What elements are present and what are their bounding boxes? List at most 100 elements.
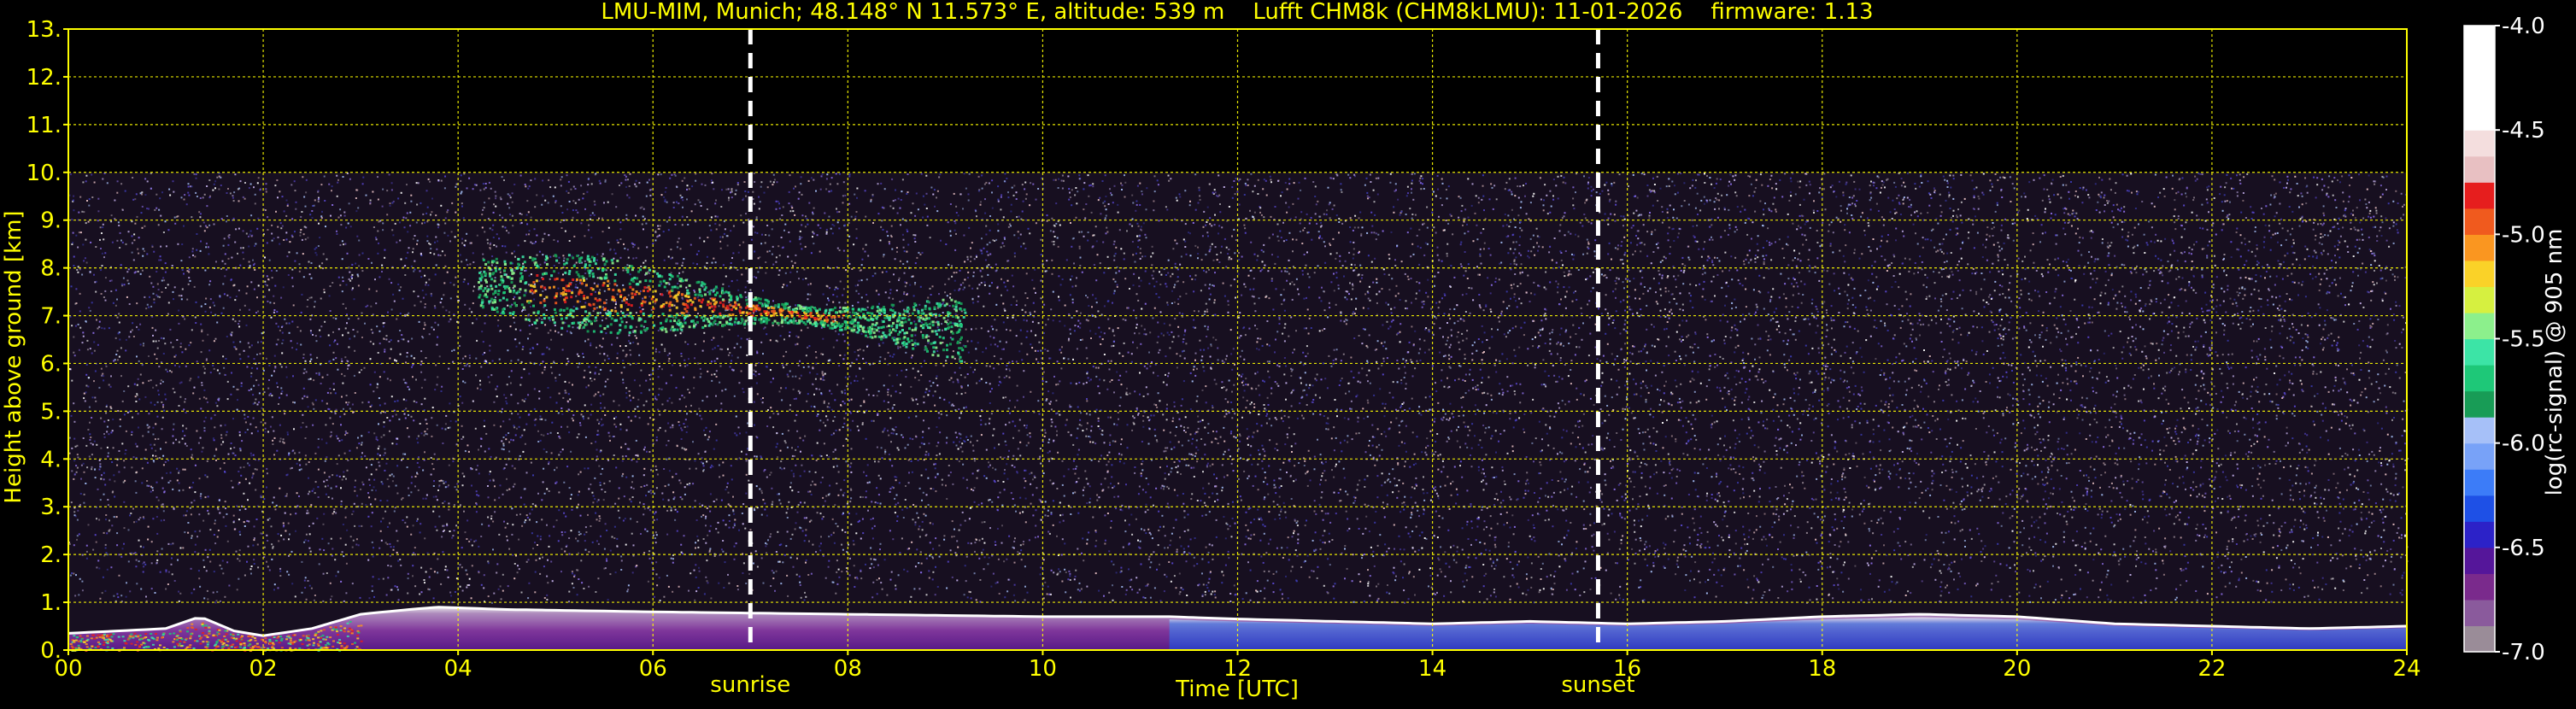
noise-speck (1573, 208, 1576, 210)
noise-speck (695, 564, 697, 566)
noise-speck (2238, 577, 2240, 580)
noise-speck (1360, 234, 1363, 237)
noise-speck (2295, 482, 2297, 484)
noise-speck (1525, 213, 1528, 215)
noise-speck (777, 413, 779, 415)
noise-speck (1436, 591, 1438, 594)
noise-speck (1464, 442, 1467, 445)
noise-speck (1652, 251, 1655, 253)
noise-speck (2045, 338, 2047, 341)
noise-speck (1189, 408, 1192, 410)
noise-speck (1809, 599, 1811, 601)
noise-speck (1711, 261, 1714, 263)
noise-speck (1935, 250, 1938, 253)
noise-speck (1782, 558, 1785, 560)
noise-speck (102, 576, 104, 578)
noise-speck (631, 481, 633, 483)
noise-speck (150, 490, 152, 493)
noise-speck (713, 360, 716, 362)
noise-speck (598, 423, 600, 425)
noise-speck (1645, 401, 1647, 403)
noise-speck (755, 455, 758, 458)
noise-speck (1223, 415, 1226, 418)
noise-speck (1790, 524, 1792, 527)
noise-speck (1368, 530, 1370, 533)
noise-speck (908, 313, 911, 315)
noise-speck (1212, 431, 1214, 432)
noise-speck (755, 277, 758, 279)
noise-speck (962, 477, 965, 479)
noise-speck (2092, 527, 2095, 530)
noise-speck (2229, 201, 2231, 203)
noise-speck (407, 231, 409, 233)
noise-speck (2055, 268, 2057, 271)
noise-speck (2180, 251, 2182, 254)
noise-speck (317, 446, 320, 448)
noise-speck (266, 472, 268, 475)
noise-speck (662, 498, 665, 501)
noise-speck (110, 566, 113, 569)
noise-speck (73, 354, 76, 357)
noise-speck (361, 252, 364, 255)
noise-speck (766, 225, 769, 226)
noise-speck (590, 237, 593, 239)
noise-speck (991, 191, 993, 194)
noise-speck (1249, 209, 1251, 212)
noise-speck (240, 382, 243, 384)
noise-speck (2306, 434, 2309, 437)
noise-speck (1696, 240, 1699, 243)
noise-speck (2370, 299, 2373, 302)
noise-speck (71, 470, 73, 472)
noise-speck (1792, 173, 1794, 175)
noise-speck (1439, 351, 1441, 354)
noise-speck (1659, 187, 1662, 190)
noise-speck (410, 194, 413, 196)
noise-speck (1170, 539, 1172, 542)
noise-speck (447, 576, 449, 578)
noise-speck (79, 268, 81, 271)
noise-speck (1207, 582, 1210, 584)
noise-speck (1715, 476, 1717, 478)
noise-speck (652, 243, 654, 245)
noise-speck (2024, 278, 2027, 280)
noise-speck (2213, 197, 2215, 199)
noise-speck (2040, 331, 2043, 334)
noise-speck (904, 499, 907, 501)
noise-speck (2162, 339, 2164, 342)
noise-speck (1215, 383, 1218, 385)
noise-speck (455, 211, 457, 214)
noise-speck (601, 231, 604, 233)
noise-speck (1692, 179, 1694, 181)
noise-speck (2109, 419, 2110, 421)
noise-speck (2126, 430, 2128, 432)
noise-speck (127, 283, 130, 284)
noise-speck (355, 197, 357, 199)
noise-speck (513, 321, 516, 324)
noise-speck (121, 442, 124, 445)
noise-speck (103, 256, 105, 259)
noise-speck (1131, 194, 1134, 196)
noise-speck (1734, 530, 1737, 532)
noise-speck (1112, 563, 1115, 565)
noise-speck (949, 549, 952, 552)
noise-speck (1857, 330, 1859, 332)
noise-speck (436, 248, 438, 250)
noise-speck (1552, 179, 1555, 180)
noise-speck (2044, 522, 2046, 524)
noise-speck (983, 475, 986, 478)
noise-speck (1294, 478, 1297, 481)
noise-speck (1931, 489, 1933, 491)
noise-speck (73, 544, 75, 547)
noise-speck (167, 302, 170, 304)
noise-speck (383, 454, 385, 456)
noise-speck (1840, 209, 1842, 212)
noise-speck (325, 226, 326, 228)
noise-speck (1367, 583, 1370, 585)
noise-speck (1472, 240, 1475, 243)
noise-speck (1572, 204, 1575, 207)
noise-speck (1818, 191, 1821, 194)
noise-speck (2168, 371, 2171, 373)
noise-speck (1622, 215, 1625, 218)
noise-speck (1805, 220, 1808, 223)
noise-speck (1928, 431, 1931, 434)
